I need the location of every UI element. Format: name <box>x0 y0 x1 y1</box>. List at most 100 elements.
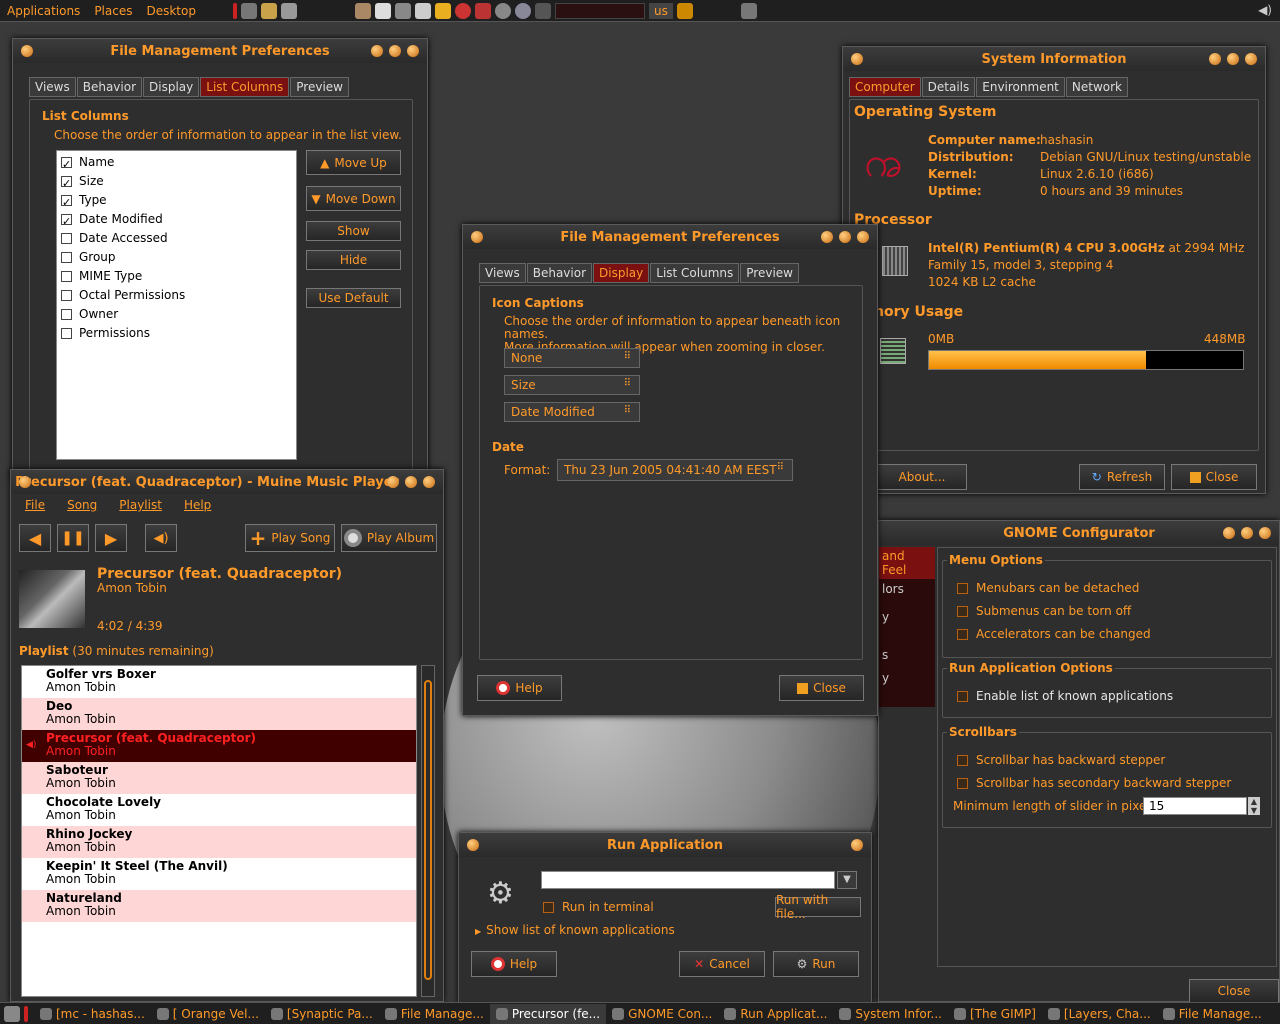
option-checkbox[interactable] <box>957 778 968 789</box>
terminal-launcher-icon[interactable] <box>394 2 411 19</box>
tab-display[interactable]: Display <box>593 263 650 283</box>
list-item[interactable]: Rhino Jockey Amon Tobin <box>22 826 416 858</box>
play-album-button[interactable]: Play Album <box>341 524 437 552</box>
cancel-button[interactable]: ✕ Cancel <box>679 951 765 977</box>
caption-combo[interactable]: Date Modified ⠿ <box>504 402 640 422</box>
window-menu-icon[interactable] <box>851 53 863 65</box>
column-row[interactable]: Date Modified <box>57 210 296 231</box>
close-icon[interactable] <box>857 231 869 243</box>
tab-behavior[interactable]: Behavior <box>526 263 593 283</box>
tab-views[interactable]: Views <box>29 77 76 97</box>
document-launcher-icon[interactable] <box>374 2 391 19</box>
pause-button[interactable]: ❚❚ <box>57 524 89 552</box>
menu-desktop[interactable]: Desktop <box>139 4 203 18</box>
run-in-terminal-checkbox[interactable] <box>543 902 554 913</box>
column-checkbox[interactable] <box>61 271 72 282</box>
keyboard-layout[interactable]: us <box>648 2 673 19</box>
maximize-icon[interactable] <box>1227 53 1239 65</box>
caption-combo[interactable]: Size ⠿ <box>504 375 640 395</box>
minimize-icon[interactable] <box>387 476 399 488</box>
column-checkbox[interactable] <box>61 155 72 174</box>
column-checkbox[interactable] <box>61 174 72 193</box>
tab-computer[interactable]: Computer <box>849 77 921 97</box>
minimize-icon[interactable] <box>371 45 383 57</box>
helmet-launcher-icon[interactable] <box>494 2 511 19</box>
sidebar-item-4[interactable]: y <box>879 671 935 685</box>
list-item[interactable]: Natureland Amon Tobin <box>22 890 416 922</box>
close-icon[interactable] <box>851 839 863 851</box>
window-menu-icon[interactable] <box>21 45 33 57</box>
camera-icon[interactable] <box>740 2 757 19</box>
person-launcher-icon[interactable] <box>260 2 277 19</box>
tab-preview[interactable]: Preview <box>290 77 349 97</box>
pen-launcher-icon[interactable] <box>474 2 491 19</box>
previous-button[interactable]: ◀ <box>19 524 51 552</box>
workspace-switcher[interactable] <box>554 2 645 19</box>
option-checkbox[interactable] <box>957 583 968 594</box>
taskbar-button[interactable]: Run Applicat... <box>718 1004 833 1024</box>
menu-file[interactable]: File <box>25 498 45 512</box>
close-icon[interactable] <box>407 45 419 57</box>
dropdown-arrow-icon[interactable]: ▼ <box>837 871 857 889</box>
option-check[interactable]: Menubars can be detached <box>957 577 1151 600</box>
scrollbar-thumb[interactable] <box>424 680 432 980</box>
run-with-file-button[interactable]: Run with file... <box>775 893 861 921</box>
title-bar[interactable]: System Information <box>843 47 1265 71</box>
menu-playlist[interactable]: Playlist <box>119 498 162 512</box>
list-item[interactable]: Keepin' It Steel (The Anvil) Amon Tobin <box>22 858 416 890</box>
show-list-expander[interactable]: ▶ Show list of known applications <box>475 923 675 937</box>
volume-button[interactable]: ◀) <box>145 524 177 552</box>
close-icon[interactable] <box>1259 527 1271 539</box>
column-checkbox[interactable] <box>61 309 72 320</box>
apple-launcher-icon[interactable] <box>454 2 471 19</box>
minimize-icon[interactable] <box>1223 527 1235 539</box>
sidebar-item-colors[interactable]: lors <box>879 579 935 602</box>
playlist-item-playing[interactable]: ◀) Precursor (feat. Quadraceptor) Amon Tob… <box>22 730 416 762</box>
tab-list-columns[interactable]: List Columns <box>650 263 740 283</box>
menu-places[interactable]: Places <box>87 4 139 18</box>
taskbar-button[interactable]: File Manage... <box>1157 1004 1268 1024</box>
menu-song[interactable]: Song <box>67 498 97 512</box>
tab-preview[interactable]: Preview <box>740 263 799 283</box>
title-bar[interactable]: Precursor (feat. Quadraceptor) - Muine M… <box>11 470 443 494</box>
helmet2-launcher-icon[interactable] <box>514 2 531 19</box>
taskbar-button[interactable]: GNOME Con... <box>606 1004 718 1024</box>
date-format-combo[interactable]: Thu 23 Jun 2005 04:41:40 AM EEST ⠿ <box>557 459 793 481</box>
move-down-button[interactable]: ▼ Move Down <box>306 186 401 211</box>
option-check[interactable]: Scrollbar has secondary backward stepper <box>957 772 1231 795</box>
next-button[interactable]: ▶ <box>95 524 127 552</box>
refresh-button[interactable]: ↻ Refresh <box>1079 464 1165 490</box>
music-launcher-icon[interactable] <box>240 2 257 19</box>
close-icon[interactable] <box>1245 53 1257 65</box>
caption-combo[interactable]: None ⠿ <box>504 348 640 368</box>
option-checkbox[interactable] <box>957 691 968 702</box>
volume-icon[interactable]: ◀) <box>1258 3 1272 17</box>
taskbar-button[interactable]: Precursor (fe... <box>489 1003 607 1024</box>
option-checkbox[interactable] <box>957 606 968 617</box>
taskbar-button[interactable]: File Manage... <box>379 1004 490 1024</box>
play-song-button[interactable]: + Play Song <box>245 524 335 552</box>
tab-views[interactable]: Views <box>479 263 526 283</box>
list-item[interactable]: Chocolate Lovely Amon Tobin <box>22 794 416 826</box>
window-menu-icon[interactable] <box>19 476 31 488</box>
column-row[interactable]: Owner <box>57 305 296 324</box>
option-check[interactable]: Scrollbar has backward stepper <box>957 749 1231 772</box>
taskbar-button[interactable]: [Synaptic Pa... <box>265 1004 379 1024</box>
sidebar-item-2[interactable]: y <box>879 602 935 648</box>
tab-details[interactable]: Details <box>921 77 976 97</box>
option-check[interactable]: Accelerators can be changed <box>957 623 1151 646</box>
option-check[interactable]: Submenus can be torn off <box>957 600 1151 623</box>
editor-launcher-icon[interactable] <box>414 2 431 19</box>
minimize-icon[interactable] <box>1209 53 1221 65</box>
use-default-button[interactable]: Use Default <box>306 288 401 308</box>
move-up-button[interactable]: ▲ Move Up <box>306 150 401 175</box>
window-list-icon[interactable] <box>676 2 693 19</box>
column-row[interactable]: Name <box>57 153 296 174</box>
title-bar[interactable]: GNOME Configurator <box>879 521 1279 545</box>
min-length-spin[interactable]: 15 <box>1143 797 1247 815</box>
column-row[interactable]: Permissions <box>57 324 296 343</box>
column-row[interactable]: Type <box>57 191 296 212</box>
help-button[interactable]: Help <box>471 951 557 977</box>
column-row[interactable]: Octal Permissions <box>57 286 296 305</box>
close-button[interactable]: Close <box>779 675 864 701</box>
